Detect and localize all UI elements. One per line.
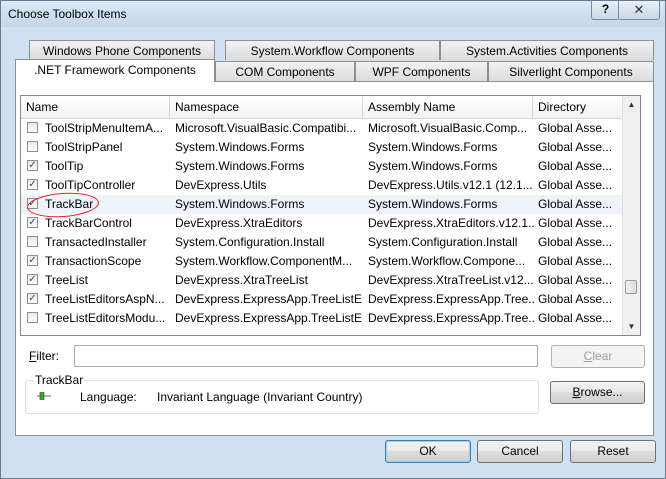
cell-name: TreeListEditorsModu...: [45, 311, 166, 325]
table-row[interactable]: ✓ TransactionScope System.Workflow.Compone…: [21, 252, 623, 271]
cell-assembly-name: System.Windows.Forms: [368, 140, 498, 154]
cancel-button[interactable]: Cancel: [477, 440, 563, 463]
tab-com-components[interactable]: COM Components: [215, 61, 355, 81]
tab-system-workflow-components[interactable]: System.Workflow Components: [225, 40, 440, 60]
cell-namespace: DevExpress.ExpressApp.TreeListE...: [175, 311, 363, 325]
cell-assembly-name: DevExpress.Utils.v12.1 (12.1....: [368, 178, 534, 192]
row-checkbox[interactable]: [27, 312, 38, 323]
cell-namespace: System.Windows.Forms: [175, 140, 305, 154]
cell-directory: Global Asse...: [538, 178, 613, 192]
tab-windows-phone-components[interactable]: Windows Phone Components: [29, 40, 215, 60]
scroll-thumb[interactable]: [625, 280, 637, 294]
tab-system-activities-components[interactable]: System.Activities Components: [440, 40, 654, 60]
filter-input[interactable]: [74, 345, 538, 367]
cell-assembly-name: System.Workflow.Compone...: [368, 254, 526, 268]
cell-name: ToolStripMenuItemA...: [45, 121, 164, 135]
table-row[interactable]: ✓ TrackBarControl DevExpress.XtraEditors De…: [21, 214, 623, 233]
table-row[interactable]: TransactedInstaller System.Configuration.…: [21, 233, 623, 252]
cell-namespace: Microsoft.VisualBasic.Compatibi...: [175, 121, 357, 135]
cell-directory: Global Asse...: [538, 159, 613, 173]
table-row[interactable]: ToolStripMenuItemA... Microsoft.VisualBas…: [21, 119, 623, 138]
table-row[interactable]: ✓ ToolTipController DevExpress.Utils DevExp…: [21, 176, 623, 195]
cell-name: TreeList: [45, 273, 88, 287]
table-row[interactable]: ✓ TrackBar System.Windows.Forms System.Wind…: [21, 195, 623, 214]
cell-assembly-name: System.Windows.Forms: [368, 197, 498, 211]
window-title: Choose Toolbox Items: [8, 7, 127, 21]
components-list[interactable]: Name Namespace Assembly Name Directory T…: [20, 95, 641, 336]
row-checkbox[interactable]: [27, 122, 38, 133]
table-row[interactable]: ✓ TreeListEditorsAspN... DevExpress.Expres…: [21, 290, 623, 309]
table-row[interactable]: ToolStripPanel System.Windows.Forms System…: [21, 138, 623, 157]
tab-wpf-components[interactable]: WPF Components: [355, 61, 488, 81]
row-checkbox[interactable]: [27, 236, 38, 247]
close-button[interactable]: ✕: [618, 1, 660, 20]
clear-button[interactable]: Clear: [551, 345, 645, 368]
cell-namespace: DevExpress.XtraTreeList: [175, 273, 308, 287]
row-checkbox[interactable]: ✓: [27, 217, 38, 228]
cell-directory: Global Asse...: [538, 273, 613, 287]
cell-name: ToolStripPanel: [45, 140, 123, 154]
cell-name: TransactedInstaller: [45, 235, 147, 249]
trackbar-icon: [37, 392, 51, 400]
language-label: Language:: [80, 390, 137, 404]
row-checkbox[interactable]: [27, 141, 38, 152]
cell-directory: Global Asse...: [538, 216, 613, 230]
cell-directory: Global Asse...: [538, 311, 613, 325]
cell-directory: Global Asse...: [538, 197, 613, 211]
row-checkbox[interactable]: ✓: [27, 160, 38, 171]
cell-namespace: System.Workflow.ComponentM...: [175, 254, 353, 268]
cell-name: ToolTip: [45, 159, 84, 173]
row-checkbox[interactable]: ✓: [27, 293, 38, 304]
cell-name: TreeListEditorsAspN...: [45, 292, 165, 306]
cell-directory: Global Asse...: [538, 235, 613, 249]
table-row[interactable]: TreeListEditorsModu... DevExpress.Express…: [21, 309, 623, 328]
row-checkbox[interactable]: ✓: [27, 274, 38, 285]
cell-assembly-name: DevExpress.ExpressApp.Tree...: [368, 292, 534, 306]
ok-button[interactable]: OK: [385, 440, 471, 463]
cell-assembly-name: DevExpress.ExpressApp.Tree...: [368, 311, 534, 325]
cell-namespace: DevExpress.XtraEditors: [175, 216, 303, 230]
column-header-assembly-name[interactable]: Assembly Name: [363, 96, 533, 118]
help-button[interactable]: ?: [591, 1, 620, 20]
filter-label: Filter:: [29, 349, 60, 363]
details-group-label: TrackBar: [33, 373, 86, 387]
cell-directory: Global Asse...: [538, 292, 613, 306]
cell-assembly-name: System.Windows.Forms: [368, 159, 498, 173]
scroll-down-icon[interactable]: ▼: [623, 318, 640, 335]
browse-button[interactable]: Browse...: [550, 381, 645, 404]
cell-namespace: System.Windows.Forms: [175, 197, 305, 211]
language-value: Invariant Language (Invariant Country): [157, 390, 363, 404]
tab-net-framework-components[interactable]: .NET Framework Components: [15, 59, 215, 82]
cell-assembly-name: Microsoft.VisualBasic.Comp...: [368, 121, 528, 135]
cell-assembly-name: DevExpress.XtraTreeList.v12....: [368, 273, 534, 287]
table-row[interactable]: ✓ ToolTip System.Windows.Forms System.Windo…: [21, 157, 623, 176]
tab-silverlight-components[interactable]: Silverlight Components: [488, 61, 654, 81]
cell-directory: Global Asse...: [538, 121, 613, 135]
cell-namespace: DevExpress.Utils: [175, 178, 267, 192]
cell-directory: Global Asse...: [538, 140, 613, 154]
cell-name: TransactionScope: [45, 254, 142, 268]
cell-namespace: System.Configuration.Install: [175, 235, 325, 249]
vertical-scrollbar[interactable]: ▲ ▼: [622, 96, 640, 335]
scroll-up-icon[interactable]: ▲: [623, 96, 640, 113]
reset-button[interactable]: Reset: [570, 440, 656, 463]
column-header-namespace[interactable]: Namespace: [170, 96, 363, 118]
row-checkbox[interactable]: ✓: [27, 179, 38, 190]
row-checkbox[interactable]: ✓: [27, 255, 38, 266]
table-row[interactable]: ✓ TreeList DevExpress.XtraTreeList DevExpre…: [21, 271, 623, 290]
cell-assembly-name: DevExpress.XtraEditors.v12.1...: [368, 216, 534, 230]
cell-namespace: System.Windows.Forms: [175, 159, 305, 173]
column-header-directory[interactable]: Directory: [533, 96, 623, 118]
column-header-row: Name Namespace Assembly Name Directory: [21, 96, 623, 119]
cell-assembly-name: System.Configuration.Install: [368, 235, 518, 249]
cell-directory: Global Asse...: [538, 254, 613, 268]
column-header-name[interactable]: Name: [21, 96, 170, 118]
title-bar[interactable]: Choose Toolbox Items ? ✕: [1, 1, 665, 27]
cell-namespace: DevExpress.ExpressApp.TreeListE...: [175, 292, 363, 306]
